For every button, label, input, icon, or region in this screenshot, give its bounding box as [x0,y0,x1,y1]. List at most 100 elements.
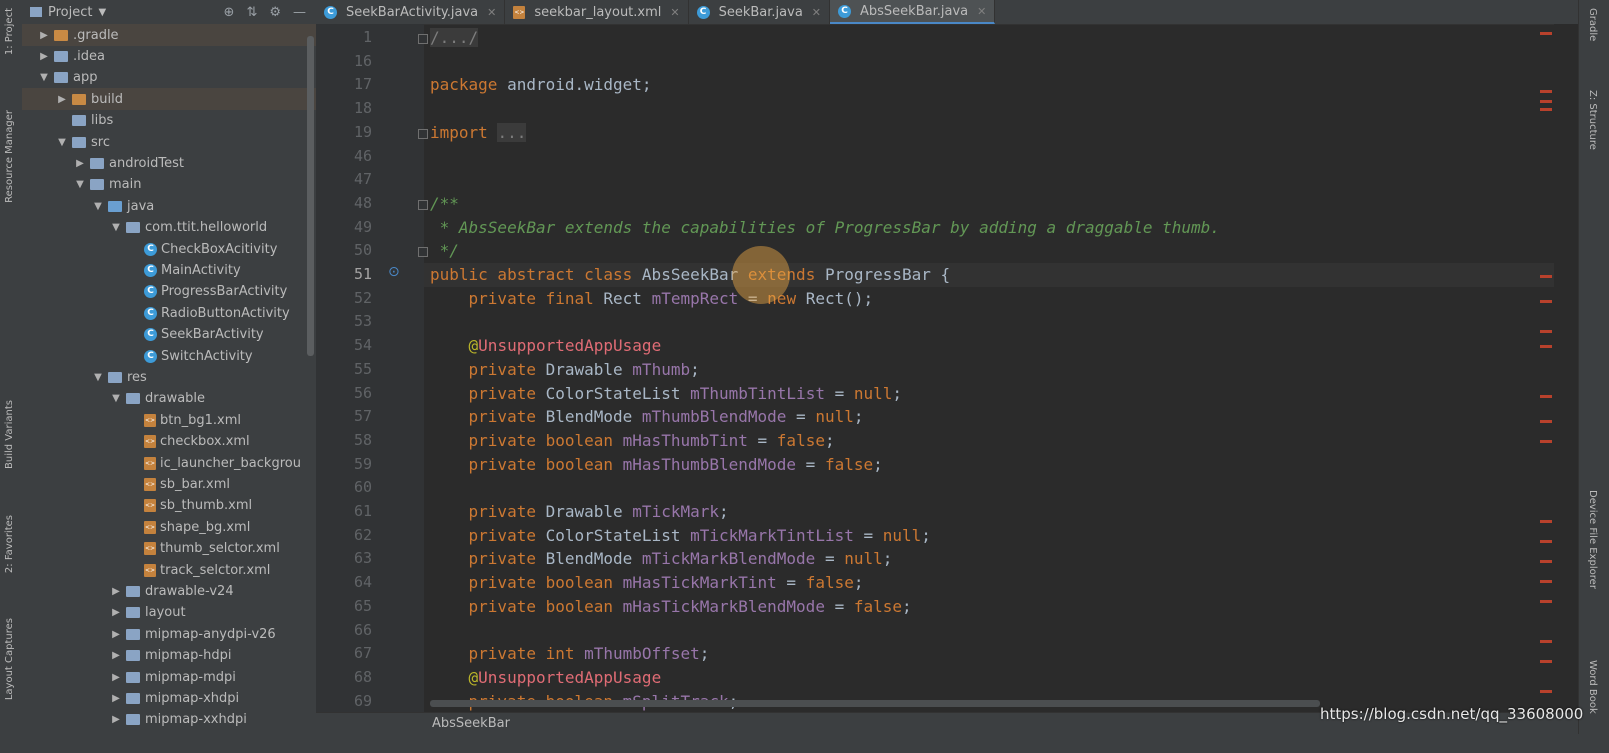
tree-item--idea[interactable]: ▶ .idea [22,45,316,67]
chevron-down-icon[interactable]: ▼ [110,393,122,404]
code-line[interactable]: package android.widget; [430,73,652,97]
chevron-right-icon[interactable]: ▶ [110,714,122,725]
tool-tab-gradle[interactable]: Gradle [1587,8,1598,41]
tool-tab-word-book[interactable]: Word Book [1587,660,1598,714]
code-line[interactable]: private ColorStateList mTickMarkTintList… [430,524,931,548]
tree-item-mipmap-xhdpi[interactable]: ▶ mipmap-xhdpi [22,687,316,709]
error-stripe-mark[interactable] [1540,90,1552,93]
close-icon[interactable]: ✕ [977,5,986,18]
code-line[interactable]: private boolean mHasTickMarkBlendMode = … [430,595,912,619]
tool-tab-device-file-explorer[interactable]: Device File Explorer [1587,490,1598,589]
error-stripe-mark[interactable] [1540,275,1552,278]
error-stripe-mark[interactable] [1540,600,1552,603]
close-icon[interactable]: ✕ [670,6,679,19]
tree-item-com-ttit-helloworld[interactable]: ▼ com.ttit.helloworld [22,217,316,239]
tab-absseekbar-java[interactable]: C AbsSeekBar.java ✕ [830,0,996,24]
chevron-right-icon[interactable]: ▶ [110,607,122,618]
tree-item-java[interactable]: ▼ java [22,195,316,217]
code-line[interactable]: private ColorStateList mThumbTintList = … [430,382,903,406]
code-line[interactable]: private BlendMode mThumbBlendMode = null… [430,405,864,429]
tree-item-checkboxacitivity[interactable]: C CheckBoxAcitivity [22,238,316,260]
chevron-right-icon[interactable]: ▶ [110,586,122,597]
tree-item-seekbaractivity[interactable]: C SeekBarActivity [22,324,316,346]
error-stripe-mark[interactable] [1540,108,1552,111]
tab-seekbaractivity-java[interactable]: C SeekBarActivity.java ✕ [316,0,506,24]
tree-item-mainactivity[interactable]: C MainActivity [22,259,316,281]
tree-item-thumb-selctor-xml[interactable]: <> thumb_selctor.xml [22,538,316,560]
chevron-right-icon[interactable]: ▶ [56,94,68,105]
tab-seekbar-layout-xml[interactable]: <> seekbar_layout.xml ✕ [505,0,689,24]
tree-item-track-selctor-xml[interactable]: <> track_selctor.xml [22,559,316,581]
error-stripe-mark[interactable] [1540,32,1552,35]
chevron-down-icon[interactable]: ▼ [92,201,104,212]
chevron-down-icon[interactable]: ▼ [92,372,104,383]
tree-item-mipmap-anydpi-v26[interactable]: ▶ mipmap-anydpi-v26 [22,623,316,645]
error-stripe-mark[interactable] [1540,690,1552,693]
error-stripe-mark[interactable] [1540,345,1552,348]
project-title[interactable]: Project [48,5,92,20]
code-line[interactable]: private int mThumbOffset; [430,642,710,666]
override-marker-icon[interactable]: ⊙ [388,264,400,280]
chevron-right-icon[interactable]: ▶ [110,629,122,640]
chevron-right-icon[interactable]: ▶ [110,650,122,661]
error-stripe-mark[interactable] [1540,420,1552,423]
tree-item-main[interactable]: ▼ main [22,174,316,196]
gear-icon[interactable]: ⚙ [269,5,281,20]
code-editor[interactable]: /.../ package android.widget; import ... /*… [424,24,1554,712]
close-icon[interactable]: ✕ [487,6,496,19]
error-stripe-mark[interactable] [1540,560,1552,563]
code-line[interactable]: private Drawable mTickMark; [430,500,729,524]
tree-item-res[interactable]: ▼ res [22,366,316,388]
tree-item-app[interactable]: ▼ app [22,67,316,89]
error-stripe-mark[interactable] [1540,100,1552,103]
tree-item-checkbox-xml[interactable]: <> checkbox.xml [22,431,316,453]
tree-item-src[interactable]: ▼ src [22,131,316,153]
code-line[interactable]: @UnsupportedAppUsage [430,334,662,358]
tree-item-shape-bg-xml[interactable]: <> shape_bg.xml [22,516,316,538]
tree-item-build[interactable]: ▶ build [22,88,316,111]
code-line[interactable]: private Drawable mThumb; [430,358,700,382]
error-stripe-mark[interactable] [1540,640,1552,643]
code-line[interactable]: private boolean mHasThumbBlendMode = fal… [430,453,883,477]
code-line[interactable]: private boolean mHasThumbTint = false; [430,429,835,453]
close-icon[interactable]: ✕ [812,6,821,19]
chevron-right-icon[interactable]: ▶ [74,158,86,169]
tree-item-btn-bg1-xml[interactable]: <> btn_bg1.xml [22,409,316,431]
tree-item-layout[interactable]: ▶ layout [22,602,316,624]
tree-item-sb-thumb-xml[interactable]: <> sb_thumb.xml [22,495,316,517]
tree-item-libs[interactable]: libs [22,110,316,132]
tree-item-progressbaractivity[interactable]: C ProgressBarActivity [22,281,316,303]
error-stripe-mark[interactable] [1540,660,1552,663]
chevron-down-icon[interactable]: ▼ [110,222,122,233]
tree-item--gradle[interactable]: ▶ .gradle [22,24,316,46]
chevron-down-icon[interactable]: ▼ [56,137,68,148]
tool-tab-z-structure[interactable]: Z: Structure [1587,90,1598,150]
chevron-down-icon[interactable]: ▼ [74,179,86,190]
code-line[interactable]: import ... [430,121,527,145]
error-stripe-mark[interactable] [1540,440,1552,443]
breadcrumb-item[interactable]: AbsSeekBar [432,716,510,731]
chevron-right-icon[interactable]: ▶ [110,672,122,683]
error-stripe-mark[interactable] [1540,580,1552,583]
code-line[interactable]: private final Rect mTempRect = new Rect(… [430,287,874,311]
code-line[interactable]: * AbsSeekBar extends the capabilities of… [430,216,1220,240]
horizontal-scrollbar[interactable] [430,700,1320,707]
chevron-right-icon[interactable]: ▶ [110,693,122,704]
tree-item-radiobuttonactivity[interactable]: C RadioButtonActivity [22,302,316,324]
code-line[interactable]: private boolean mHasTickMarkTint = false… [430,571,864,595]
code-line[interactable]: @UnsupportedAppUsage [430,666,662,690]
error-stripe-mark[interactable] [1540,540,1552,543]
collapse-icon[interactable]: ⇅ [246,5,257,20]
error-stripe-mark[interactable] [1540,395,1552,398]
code-line[interactable]: private BlendMode mTickMarkBlendMode = n… [430,547,893,571]
tab-seekbar-java[interactable]: C SeekBar.java ✕ [689,0,831,24]
chevron-down-icon[interactable]: ▼ [38,72,50,83]
chevron-down-icon[interactable]: ▼ [98,7,106,18]
error-stripe-mark[interactable] [1540,330,1552,333]
project-scrollbar[interactable] [307,36,314,356]
tree-item-drawable-v24[interactable]: ▶ drawable-v24 [22,580,316,602]
tree-item-sb-bar-xml[interactable]: <> sb_bar.xml [22,473,316,495]
chevron-right-icon[interactable]: ▶ [38,51,50,62]
tree-item-mipmap-hdpi[interactable]: ▶ mipmap-hdpi [22,645,316,667]
code-line[interactable]: */ [430,239,459,263]
